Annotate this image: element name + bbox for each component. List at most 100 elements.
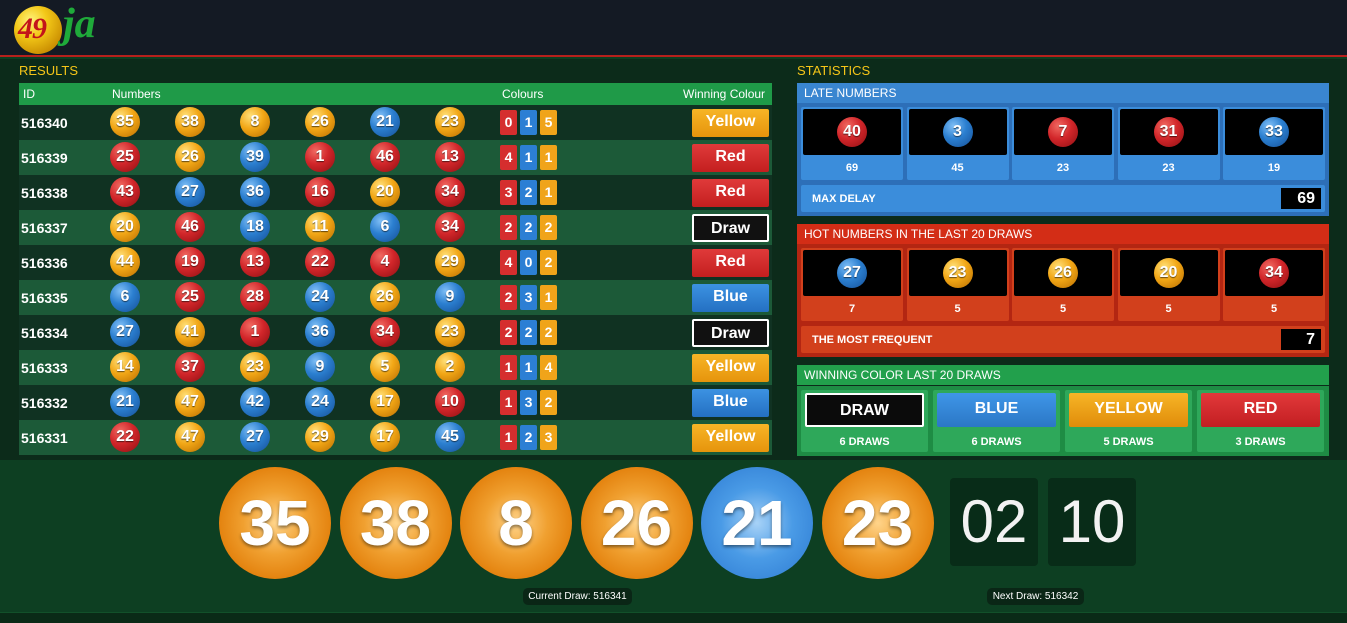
draw-id: 516340 — [21, 115, 68, 131]
number-ball: 47 — [175, 422, 205, 452]
max-delay-bar: MAX DELAY 69 — [801, 185, 1325, 212]
logo-ja: ja — [63, 1, 96, 47]
number-ball: 43 — [110, 177, 140, 207]
table-row[interactable]: 516333 14 37 23 9 5 2 1 1 4 Yellow — [19, 350, 772, 385]
number-ball: 31 — [1153, 117, 1184, 147]
number-ball: 3 — [942, 117, 973, 147]
colour-count: 2 — [500, 320, 517, 345]
number-ball: 29 — [305, 422, 335, 452]
draw-id: 516335 — [21, 290, 68, 306]
number-ball: 47 — [175, 387, 205, 417]
colour-count: 1 — [500, 425, 517, 450]
stat-cell: 3 45 — [906, 107, 1009, 180]
top-bar: 49 ja — [0, 0, 1347, 57]
draw-ball: 35 — [219, 467, 331, 579]
number-ball: 9 — [305, 352, 335, 382]
winning-colour-badge: Draw — [692, 319, 769, 347]
number-ball: 34 — [370, 317, 400, 347]
draw-ball: 38 — [339, 467, 452, 579]
colour-count: 3 — [520, 390, 537, 415]
timer-seconds: 10 — [1048, 478, 1136, 566]
winning-color-yellow-button[interactable]: YELLOW — [1069, 393, 1188, 427]
stat-value: 5 — [1059, 303, 1067, 315]
colour-count: 2 — [540, 390, 557, 415]
winning-color-draws: 5 DRAWS — [1103, 436, 1154, 448]
colour-count: 2 — [540, 250, 557, 275]
number-ball: 27 — [837, 258, 867, 288]
draw-id: 516331 — [21, 430, 68, 446]
table-row[interactable]: 516339 25 26 39 1 46 13 4 1 1 Red — [19, 140, 772, 175]
table-row[interactable]: 516336 44 19 13 22 4 29 4 0 2 Red — [19, 245, 772, 280]
draw-id: 516334 — [21, 325, 68, 341]
winning-color-blue-button[interactable]: BLUE — [937, 393, 1056, 427]
stat-screen: 23 — [908, 250, 1007, 296]
number-ball: 40 — [837, 117, 867, 147]
winning-color-cell: RED 3 DRAWS — [1197, 390, 1324, 452]
colour-count: 2 — [540, 215, 557, 240]
number-ball: 46 — [175, 212, 205, 242]
stat-screen: 34 — [1225, 250, 1323, 296]
table-row[interactable]: 516335 6 25 28 24 26 9 2 3 1 Blue — [19, 280, 772, 315]
number-ball: 35 — [110, 107, 140, 137]
number-ball: 33 — [1259, 117, 1289, 147]
number-ball: 18 — [240, 212, 270, 242]
results-title: RESULTS — [19, 63, 78, 78]
number-ball: 28 — [240, 282, 270, 312]
stat-cell: 31 23 — [1117, 107, 1220, 180]
winning-color-red-button[interactable]: RED — [1201, 393, 1320, 427]
table-row[interactable]: 516332 21 47 42 24 17 10 1 3 2 Blue — [19, 385, 772, 420]
header-id: ID — [23, 87, 35, 101]
number-ball: 23 — [240, 352, 270, 382]
table-row[interactable]: 516334 27 41 1 36 34 23 2 2 2 Draw — [19, 315, 772, 350]
stat-screen: 33 — [1225, 109, 1323, 155]
number-ball: 37 — [175, 352, 205, 382]
number-ball: 27 — [175, 177, 205, 207]
number-ball: 21 — [110, 387, 140, 417]
timer-minutes: 02 — [950, 478, 1038, 566]
table-row[interactable]: 516337 20 46 18 11 6 34 2 2 2 Draw — [19, 210, 772, 245]
number-ball: 11 — [305, 212, 335, 242]
number-ball: 36 — [240, 177, 270, 207]
colour-count: 1 — [520, 110, 537, 135]
stat-screen: 40 — [803, 109, 901, 155]
stat-cell: 345 — [1223, 248, 1325, 321]
logo[interactable]: 49 ja — [14, 1, 114, 54]
stat-screen: 31 — [1119, 109, 1218, 155]
most-frequent-label: THE MOST FREQUENT — [812, 334, 933, 346]
colour-count: 3 — [500, 180, 517, 205]
number-ball: 34 — [435, 177, 465, 207]
colour-count: 3 — [520, 285, 537, 310]
colour-count: 2 — [520, 425, 537, 450]
winning-colour-badge: Red — [692, 144, 769, 172]
number-ball: 46 — [370, 142, 400, 172]
table-row[interactable]: 516338 43 27 36 16 20 34 3 2 1 Red — [19, 175, 772, 210]
winning-colour-badge: Draw — [692, 214, 769, 242]
number-ball: 1 — [240, 317, 270, 347]
stat-value: 45 — [951, 162, 964, 174]
colour-count: 2 — [540, 320, 557, 345]
number-ball: 26 — [305, 107, 335, 137]
table-row[interactable]: 516331 22 47 27 29 17 45 1 2 3 Yellow — [19, 420, 772, 455]
number-ball: 8 — [240, 107, 270, 137]
max-delay-label: MAX DELAY — [812, 193, 876, 205]
stat-value: 23 — [1056, 162, 1070, 174]
winning-colour-badge: Yellow — [692, 354, 769, 382]
stat-value: 23 — [1162, 162, 1175, 174]
colour-count: 4 — [540, 355, 557, 380]
table-row[interactable]: 516340 35 38 8 26 21 23 0 1 5 Yellow — [19, 105, 772, 140]
number-ball: 23 — [942, 258, 973, 288]
number-ball: 20 — [110, 212, 140, 242]
header-winning-colour: Winning Colour — [683, 87, 766, 101]
number-ball: 22 — [110, 422, 140, 452]
draw-ball: 21 — [701, 467, 813, 579]
winning-colour-badge: Yellow — [692, 109, 769, 137]
number-ball: 39 — [240, 142, 270, 172]
stat-screen: 7 — [1014, 109, 1112, 155]
winning-colour-badge: Blue — [692, 389, 769, 417]
winning-color-draw-button[interactable]: DRAW — [805, 393, 924, 427]
colour-count: 2 — [520, 320, 537, 345]
winning-colour-badge: Red — [692, 179, 769, 207]
stat-cell: 7 23 — [1012, 107, 1114, 180]
next-draw-label: Next Draw: 516342 — [987, 588, 1084, 605]
colour-count: 1 — [520, 355, 537, 380]
